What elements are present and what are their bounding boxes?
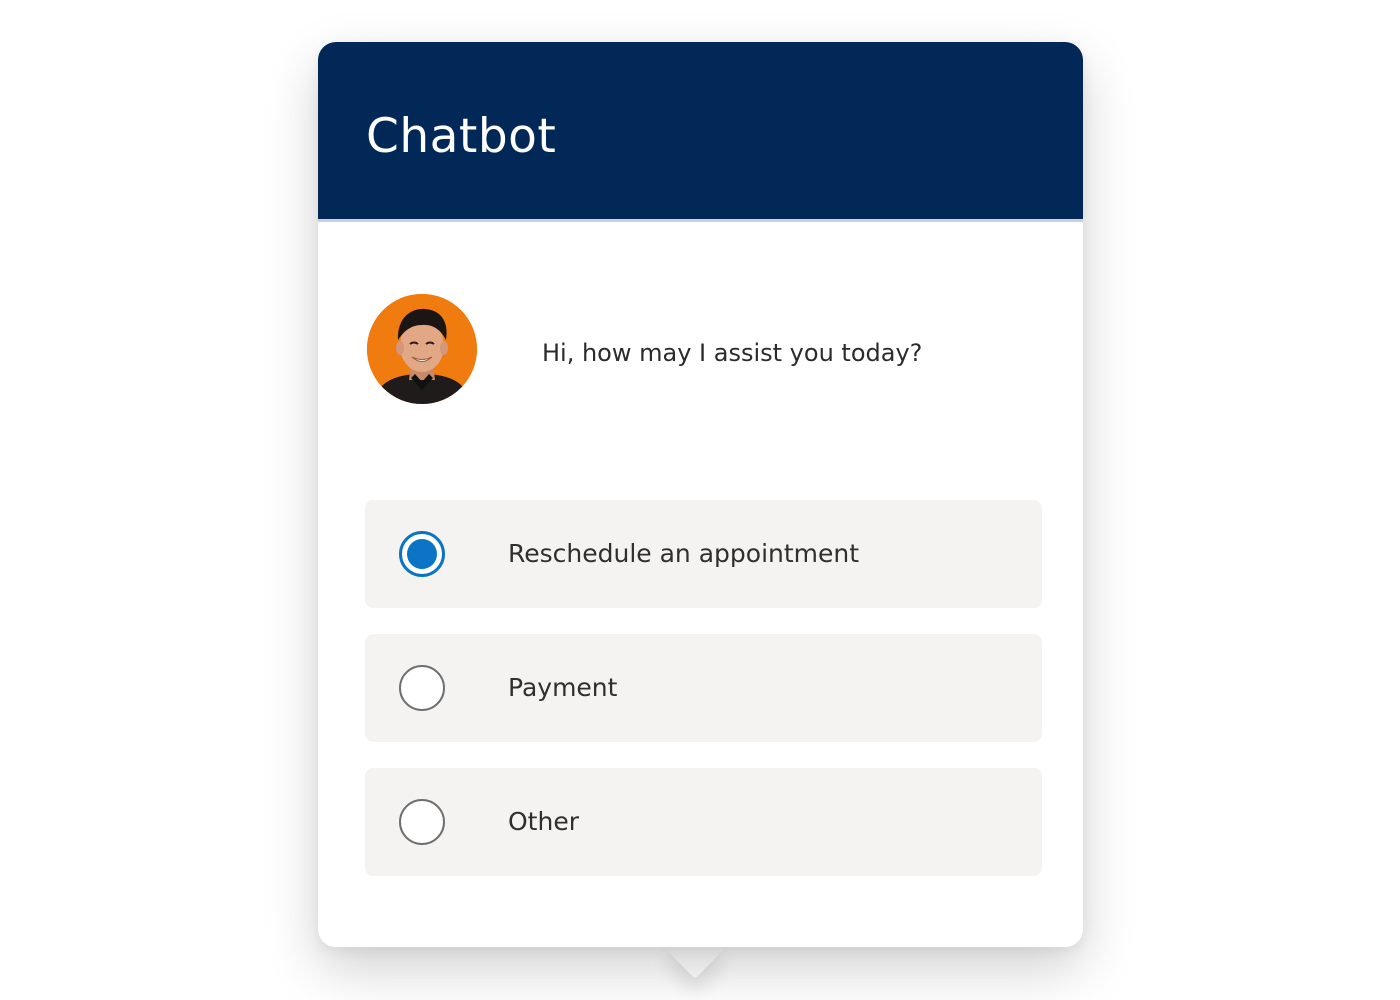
agent-avatar-photo-icon [367, 294, 477, 404]
chatbot-header: Chatbot [318, 42, 1083, 222]
chatbot-widget: Chatbot Hi, how may I assist you today? … [318, 42, 1083, 947]
option-other[interactable]: Other [365, 768, 1042, 876]
chatbot-greeting-message: Hi, how may I assist you today? [542, 339, 923, 367]
option-label: Reschedule an appointment [508, 539, 860, 568]
agent-avatar [367, 294, 477, 404]
radio-unselected-icon[interactable] [399, 799, 445, 845]
radio-selected-icon[interactable] [399, 531, 445, 577]
radio-dot-icon [407, 539, 437, 569]
option-payment[interactable]: Payment [365, 634, 1042, 742]
stage: Chatbot Hi, how may I assist you today? … [0, 0, 1400, 1000]
option-reschedule-appointment[interactable]: Reschedule an appointment [365, 500, 1042, 608]
chatbot-panel: Chatbot Hi, how may I assist you today? … [318, 42, 1083, 947]
option-label: Other [508, 807, 579, 836]
radio-unselected-icon[interactable] [399, 665, 445, 711]
chatbot-title: Chatbot [366, 109, 557, 164]
option-label: Payment [508, 673, 618, 702]
